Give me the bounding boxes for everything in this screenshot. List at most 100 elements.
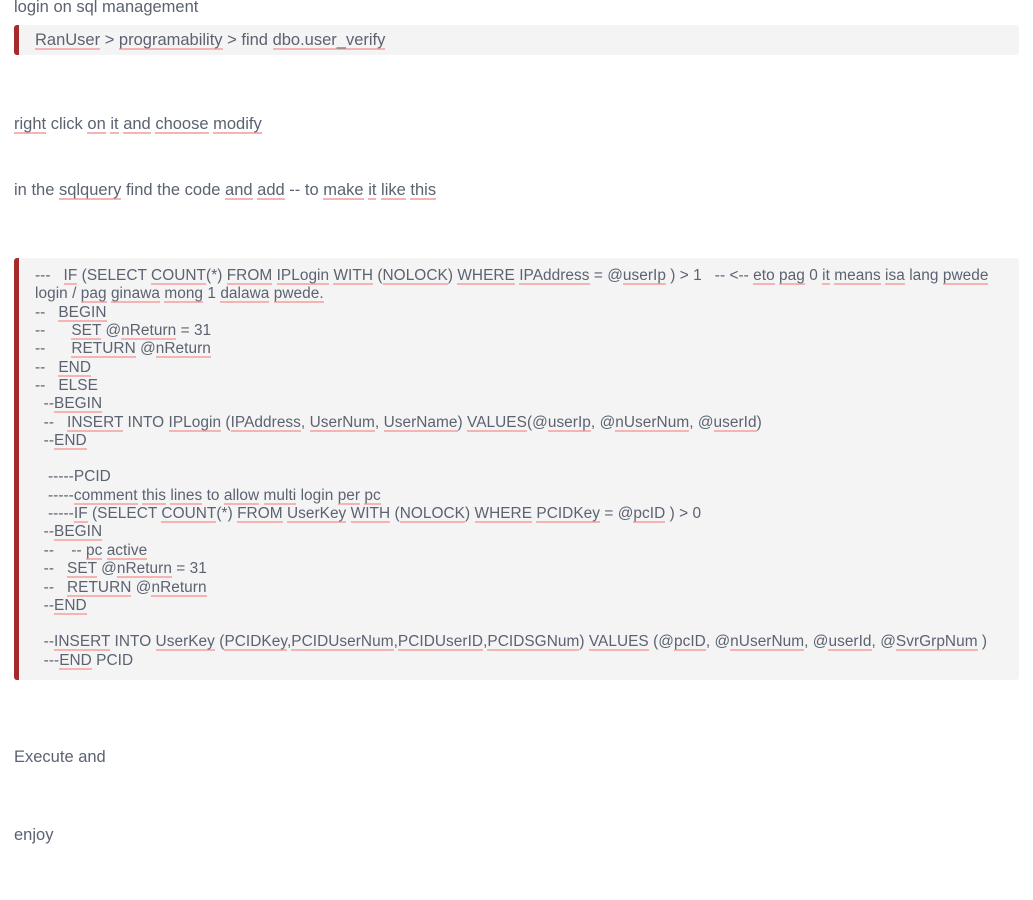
intro-line: login on sql management bbox=[14, 0, 199, 16]
spellcheck-underline: UserKey bbox=[155, 633, 215, 652]
spellcheck-underline: SET bbox=[71, 322, 102, 341]
breadcrumb-callout: RanUser > programability > find dbo.user… bbox=[14, 25, 1019, 55]
instruction-line: right click on it and choose modify bbox=[14, 115, 262, 134]
spellcheck-underline: UserKey bbox=[286, 505, 347, 524]
spellcheck-underline: BEGIN bbox=[54, 395, 103, 414]
spellcheck-underline: per bbox=[337, 486, 361, 505]
spellcheck-underline: allow bbox=[223, 486, 260, 505]
spellcheck-underline: IPLogin bbox=[168, 413, 222, 432]
spellcheck-underline: IPAddress bbox=[519, 267, 590, 285]
spellcheck-underline: nReturn bbox=[116, 560, 172, 579]
spellcheck-underline: nReturn bbox=[155, 340, 211, 359]
code-line: ---END PCID bbox=[35, 651, 134, 670]
spellcheck-underline: sqlquery bbox=[58, 181, 122, 200]
code-line: --- IF (SELECT COUNT(*) FROM IPLogin WIT… bbox=[35, 267, 989, 304]
spellcheck-underline: like bbox=[381, 181, 406, 200]
spellcheck-underline: this bbox=[141, 486, 167, 505]
spellcheck-underline: IPAddress bbox=[230, 413, 301, 432]
spellcheck-underline: BEGIN bbox=[54, 523, 103, 542]
spellcheck-underline: END bbox=[54, 432, 87, 451]
code-line: -- -- pc active bbox=[35, 541, 148, 560]
spellcheck-underline: NOLOCK bbox=[399, 505, 465, 524]
spellcheck-underline: pwede bbox=[942, 267, 989, 285]
code-line: -----IF (SELECT COUNT(*) FROM UserKey WI… bbox=[35, 505, 702, 524]
spellcheck-underline: END bbox=[58, 358, 91, 377]
spellcheck-underline: pc bbox=[86, 541, 103, 560]
spellcheck-underline: INSERT bbox=[54, 633, 111, 652]
code-line: -- SET @nReturn = 31 bbox=[35, 560, 207, 579]
spellcheck-underline: means bbox=[834, 267, 881, 285]
spellcheck-underline: WHERE bbox=[457, 267, 515, 285]
code-line: -- END bbox=[35, 358, 91, 377]
spellcheck-underline: pwede. bbox=[273, 285, 324, 304]
instructions-block: right click on it and choose modify in t… bbox=[0, 69, 1033, 245]
spellcheck-underline: COUNT bbox=[161, 505, 217, 524]
spellcheck-underline: NOLOCK bbox=[382, 267, 448, 285]
code-line: -----PCID bbox=[35, 468, 111, 486]
spellcheck-underline: VALUES bbox=[467, 413, 527, 432]
spellcheck-underline: IPLogin bbox=[276, 267, 330, 285]
spellcheck-underline: END bbox=[59, 651, 92, 670]
spellcheck-underline: SvrGrpNum bbox=[895, 633, 978, 652]
spellcheck-underline: VALUES bbox=[588, 633, 649, 652]
code-line: -----comment this lines to allow multi l… bbox=[35, 486, 381, 505]
spellcheck-underline: programability bbox=[118, 31, 223, 50]
spellcheck-underline: WITH bbox=[333, 267, 373, 285]
spellcheck-underline: lines bbox=[170, 486, 203, 505]
code-line: --END bbox=[35, 596, 87, 615]
spellcheck-underline: PCIDSGNum bbox=[487, 633, 580, 652]
spellcheck-underline: userId bbox=[713, 413, 757, 432]
spellcheck-underline: nReturn bbox=[151, 578, 207, 597]
spellcheck-underline: modify bbox=[213, 115, 262, 134]
code-line: -- BEGIN bbox=[35, 303, 107, 322]
code-line: -- RETURN @nReturn bbox=[35, 578, 207, 597]
spellcheck-underline: pcID bbox=[633, 505, 666, 524]
spellcheck-underline: RanUser bbox=[35, 31, 101, 50]
spellcheck-underline: nUserNum bbox=[730, 633, 805, 652]
spellcheck-underline: add bbox=[257, 181, 285, 200]
spellcheck-underline: nReturn bbox=[121, 322, 177, 341]
code-line: --BEGIN bbox=[35, 523, 103, 542]
spellcheck-underline: multi bbox=[263, 486, 297, 505]
spellcheck-underline: this bbox=[410, 181, 437, 200]
instruction-line: in the sqlquery find the code and add --… bbox=[14, 181, 437, 200]
spellcheck-underline: WITH bbox=[350, 505, 391, 524]
spellcheck-underline: RETURN bbox=[67, 578, 132, 597]
spellcheck-underline: PCIDKey bbox=[536, 505, 601, 524]
spellcheck-underline: END bbox=[54, 596, 87, 615]
spellcheck-underline: IF bbox=[73, 505, 88, 524]
spellcheck-underline: isa bbox=[885, 267, 905, 285]
spellcheck-underline: userIp bbox=[622, 267, 666, 285]
spellcheck-underline: dbo.user_verify bbox=[272, 31, 386, 50]
spellcheck-underline: it bbox=[368, 181, 377, 200]
spellcheck-underline: choose bbox=[155, 115, 209, 134]
spellcheck-underline: IF bbox=[63, 267, 78, 285]
code-line: -- RETURN @nReturn bbox=[35, 340, 211, 359]
spellcheck-underline: RETURN bbox=[71, 340, 136, 359]
spellcheck-underline: active bbox=[106, 541, 148, 560]
spellcheck-underline: INSERT bbox=[67, 413, 124, 432]
spellcheck-underline: BEGIN bbox=[58, 303, 107, 322]
spellcheck-underline: SET bbox=[67, 560, 97, 579]
spellcheck-underline: dalawa bbox=[220, 285, 270, 304]
breadcrumb: RanUser > programability > find dbo.user… bbox=[35, 31, 386, 50]
spellcheck-underline: PCIDUserNum bbox=[291, 633, 394, 652]
spellcheck-underline: pc bbox=[364, 486, 381, 505]
spellcheck-underline: it bbox=[822, 267, 830, 285]
spellcheck-underline: pag bbox=[779, 267, 805, 285]
closing-block: Execute and enjoy bbox=[0, 692, 1033, 900]
closing-line: enjoy bbox=[14, 825, 54, 844]
code-line: --END bbox=[35, 432, 87, 451]
spellcheck-underline: PCIDUserID bbox=[397, 633, 484, 652]
spellcheck-underline: eto bbox=[753, 267, 775, 285]
code-line: -- SET @nReturn = 31 bbox=[35, 322, 212, 341]
spellcheck-underline: and bbox=[123, 115, 151, 134]
spellcheck-underline: COUNT bbox=[151, 267, 207, 285]
spellcheck-underline: on bbox=[87, 115, 106, 134]
spellcheck-underline: WHERE bbox=[474, 505, 533, 524]
spellcheck-underline: userIp bbox=[547, 413, 591, 432]
spellcheck-underline: UserNum bbox=[309, 413, 375, 432]
closing-line: Execute and bbox=[14, 747, 106, 766]
spellcheck-underline: UserName bbox=[383, 413, 458, 432]
